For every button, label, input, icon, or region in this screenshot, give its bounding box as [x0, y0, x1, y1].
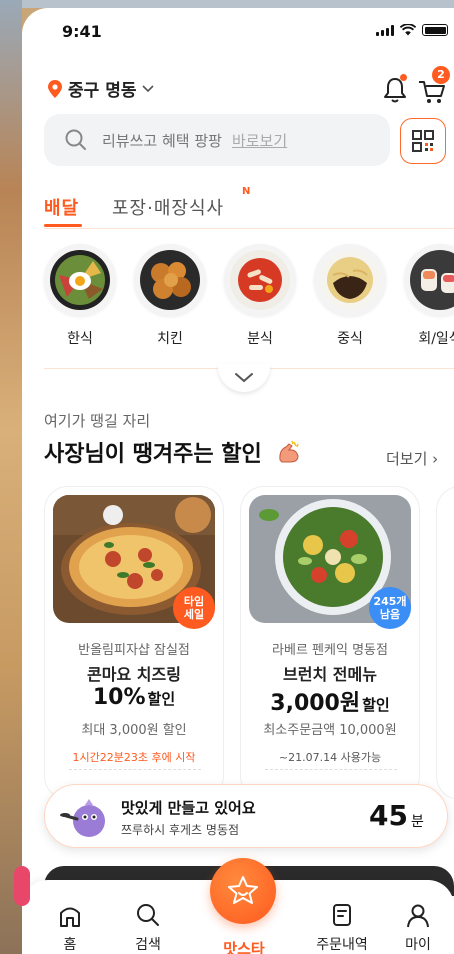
deal-card[interactable]: 타임 세일 반올림피자샵 잠실점 콘마요 치즈링 10% 할인 최대 3,000원… [44, 486, 224, 800]
order-eta-unit: 분 [411, 814, 424, 830]
deal-validity: ~21.07.14 사용가능 [278, 751, 382, 764]
deal-name: 콘마요 치즈링 [87, 665, 181, 684]
category-chicken[interactable]: 치킨 [130, 244, 210, 348]
category-label: 회/일식 [418, 331, 454, 347]
sushi-icon [410, 250, 454, 310]
deal-amount: 10% [92, 685, 146, 710]
new-badge: N [242, 186, 251, 197]
chevron-down-icon [235, 373, 253, 383]
battery-icon [422, 24, 448, 36]
time-sale-badge: 타임 세일 [173, 587, 215, 629]
deal-suffix: 할인 [147, 690, 176, 708]
tab-takeout[interactable]: 포장·매장식사 [112, 194, 224, 220]
deal-card[interactable]: 245개 남음 라베르 펜케익 명동점 브런치 전메뉴 3,000원 할인 최소주… [240, 486, 420, 800]
tab-delivery[interactable]: 배달 [44, 194, 79, 220]
bottom-nav: 홈 검색 맛스타 주문내역 마이 [22, 858, 454, 954]
location-pin-icon [48, 79, 62, 98]
bibimbap-icon [50, 250, 110, 310]
deal-suffix: 할인 [362, 696, 390, 714]
nav-label: 마이 [405, 937, 431, 953]
deal-store: 라베르 펜케익 명동점 [272, 643, 388, 658]
stock-badge: 245개 남음 [369, 587, 411, 629]
nav-label-active[interactable]: 맛스타 [208, 938, 280, 954]
flexed-arm-icon [279, 440, 299, 463]
receipt-icon [333, 904, 351, 926]
search-icon [137, 904, 159, 926]
search-icon [65, 129, 86, 150]
chevron-down-icon [142, 84, 155, 92]
cart-count-badge: 2 [432, 66, 450, 84]
nav-label: 검색 [135, 937, 161, 953]
qr-icon [412, 130, 434, 152]
wifi-icon [400, 24, 416, 36]
location-selector[interactable]: 중구 명동 [48, 76, 155, 101]
nav-center-button[interactable] [210, 858, 276, 924]
person-icon [407, 904, 429, 928]
order-status-title: 맛있게 만들고 있어요 [121, 799, 256, 817]
nav-home[interactable]: 홈 [40, 902, 100, 954]
order-progress-banner[interactable]: 맛있게 만들고 있어요 쯔루하시 후게츠 명동점 45 분 [44, 784, 448, 848]
category-korean[interactable]: 한식 [40, 244, 120, 348]
deal-condition: 최소주문금액 10,000원 [263, 723, 397, 738]
tab-divider [44, 228, 454, 229]
deal-countdown: 1시간22분23초 후에 시작 [72, 751, 196, 764]
notification-dot [400, 74, 407, 81]
nav-label: 홈 [63, 937, 77, 953]
background-left [0, 0, 22, 954]
location-label: 중구 명동 [68, 81, 137, 101]
more-link[interactable]: 더보기 › [386, 448, 438, 469]
jajangmyeon-icon [320, 250, 380, 310]
deal-name: 브런치 전메뉴 [283, 665, 377, 684]
background-top [0, 0, 454, 8]
category-label: 치킨 [157, 331, 183, 347]
card-divider [265, 769, 397, 770]
category-snack[interactable]: 분식 [220, 244, 300, 348]
section-title: 사장님이 땡겨주는 할인 [44, 442, 262, 467]
deal-amount: 3,000원 [270, 691, 361, 716]
nav-search[interactable]: 검색 [118, 902, 178, 954]
phone-screen: 9:41 중구 명동 2 리뷰쓰고 혜택 팡팡 바로보기 배달 포장·매장식사 … [22, 8, 454, 954]
tab-active-indicator [44, 224, 82, 227]
signal-icon [376, 25, 394, 36]
tteokbokki-icon [230, 250, 290, 310]
home-icon [60, 907, 80, 927]
category-sushi[interactable]: 회/일식 [400, 244, 454, 348]
status-time: 9:41 [62, 22, 102, 41]
search-link[interactable]: 바로보기 [232, 130, 287, 151]
expand-categories-button[interactable] [218, 364, 270, 392]
section-subtitle: 여기가 땡길 자리 [44, 412, 151, 430]
deal-card-partial[interactable] [436, 486, 454, 800]
deal-store: 반올림피자샵 잠실점 [78, 643, 190, 658]
order-eta-number: 45 [369, 799, 408, 832]
background-accent [14, 866, 30, 906]
nav-my[interactable]: 마이 [388, 902, 448, 954]
category-label: 한식 [67, 331, 93, 347]
deal-value: 10% 할인 [45, 685, 223, 710]
nav-label: 주문내역 [316, 937, 368, 953]
category-chinese[interactable]: 중식 [310, 244, 390, 348]
fried-chicken-icon [140, 250, 200, 310]
nav-orders[interactable]: 주문내역 [312, 902, 372, 954]
search-placeholder: 리뷰쓰고 혜택 팡팡 [102, 131, 222, 150]
star-icon [228, 876, 258, 904]
deal-value: 3,000원 할인 [241, 685, 419, 717]
deal-condition: 최대 3,000원 할인 [81, 723, 187, 738]
category-label: 분식 [247, 331, 273, 347]
status-icons [376, 24, 448, 36]
card-divider [69, 769, 201, 770]
chef-character-icon [60, 799, 105, 837]
more-label: 더보기 [386, 450, 428, 468]
category-label: 중식 [337, 331, 363, 347]
qr-button[interactable] [400, 118, 446, 164]
order-store: 쯔루하시 후게츠 명동점 [121, 823, 240, 837]
search-bar[interactable]: 리뷰쓰고 혜택 팡팡 바로보기 [44, 114, 390, 166]
